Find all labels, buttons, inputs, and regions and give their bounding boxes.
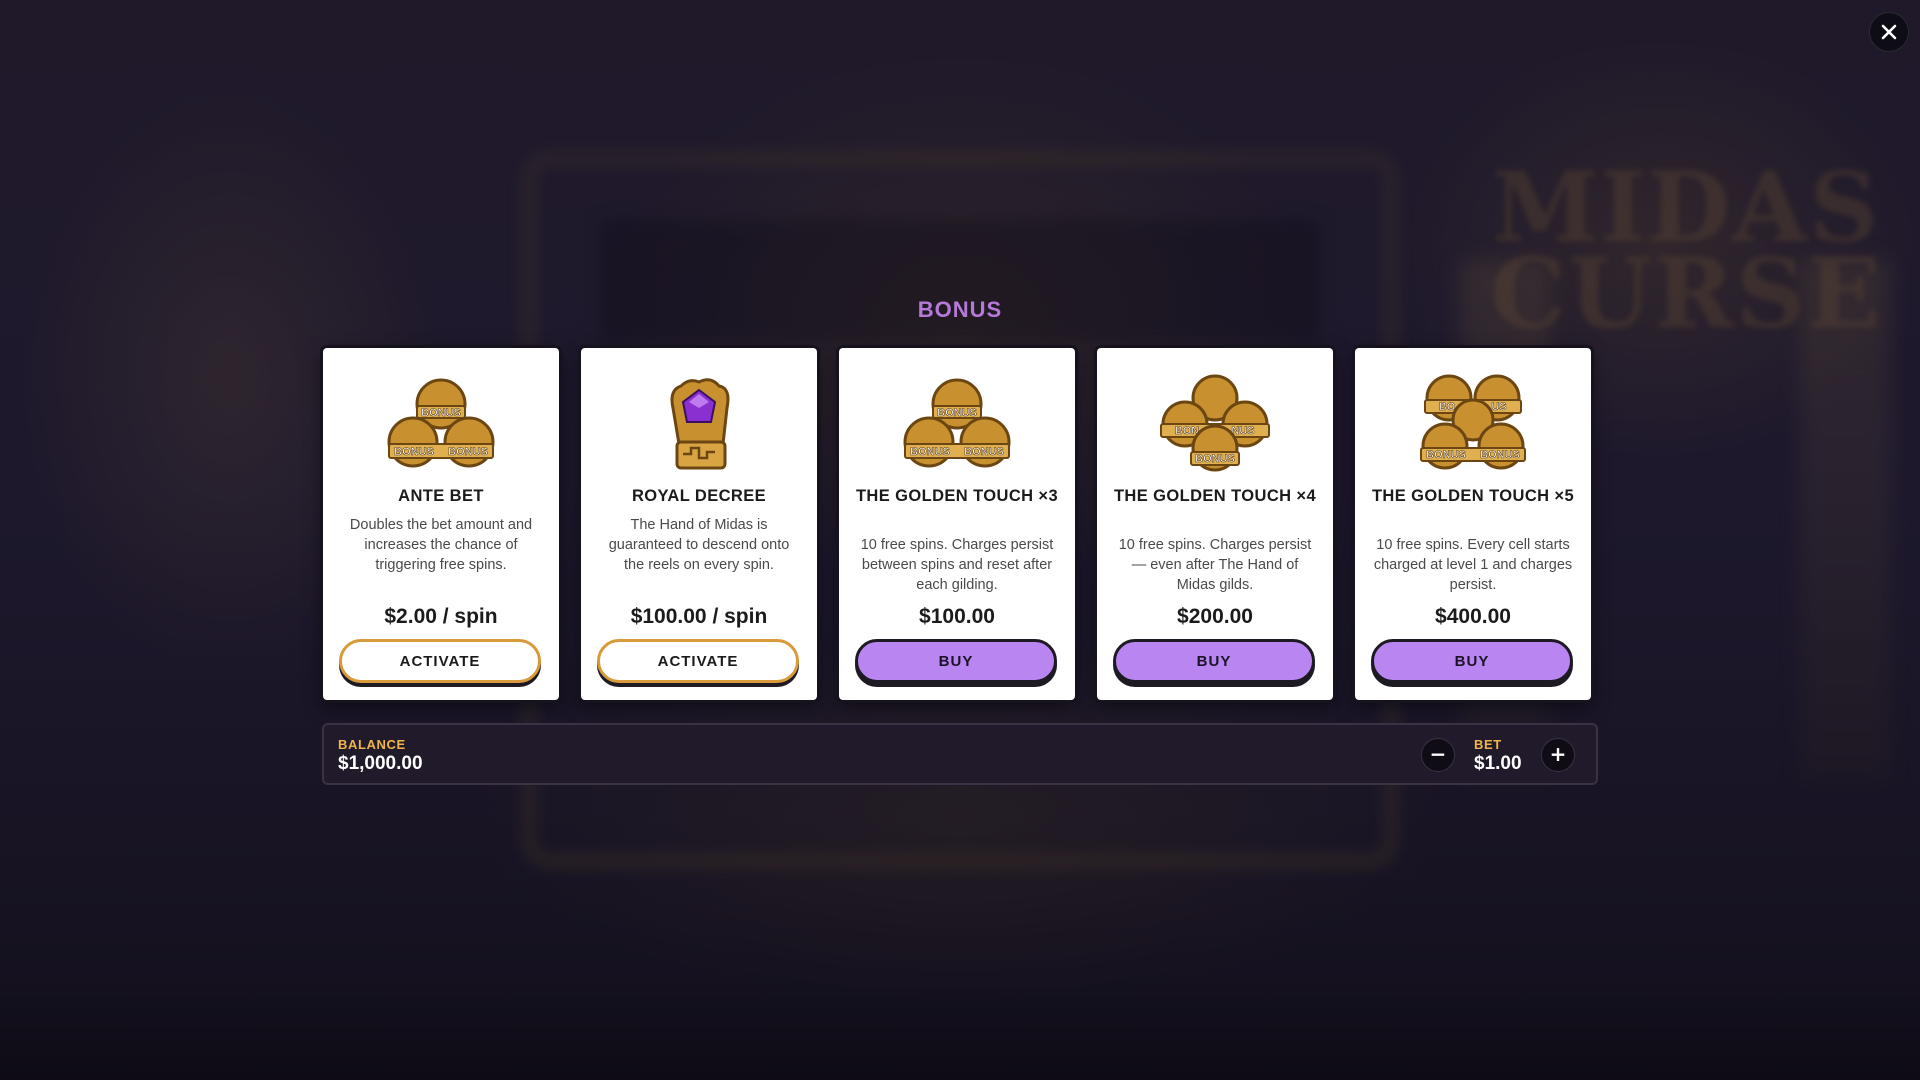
bonus-coins-3-icon: BONUS BONUS BONUS (387, 378, 495, 468)
card-title: ANTE BET (398, 487, 484, 505)
svg-text:BO: BO (1439, 401, 1456, 413)
close-button[interactable] (1869, 12, 1909, 52)
card-description: 10 free spins. Charges persist — even af… (1118, 537, 1312, 593)
card-description: 10 free spins. Every cell starts charged… (1373, 537, 1573, 593)
svg-text:BONUS: BONUS (1426, 449, 1466, 461)
card-description: The Hand of Midas is guaranteed to desce… (608, 517, 790, 573)
bonus-coins-4-icon: BON NUS BONUS (1160, 374, 1270, 472)
bet-decrease-button[interactable]: − (1421, 738, 1455, 772)
bonus-card-golden-touch-4: BON NUS BONUS THE GOLDEN TOUCH ×4 10 fre… (1097, 348, 1333, 700)
svg-text:BONUS: BONUS (421, 407, 461, 419)
card-price: $400.00 (1435, 605, 1511, 628)
bonus-cards: BONUS BONUS BONUS ANTE BET Doubles the b… (323, 348, 1591, 700)
card-price: $100.00 (919, 605, 995, 628)
svg-text:BONUS: BONUS (964, 446, 1004, 458)
card-price: $100.00 / spin (630, 605, 768, 628)
bonus-title: BONUS (917, 297, 1003, 322)
close-icon (1881, 24, 1897, 40)
game-bottom-bar (0, 980, 1920, 1080)
bonus-card-ante-bet: BONUS BONUS BONUS ANTE BET Doubles the b… (323, 348, 559, 700)
svg-text:NUS: NUS (1231, 425, 1254, 437)
card-title: THE GOLDEN TOUCH ×4 (1113, 487, 1317, 505)
card-description: Doubles the bet amount and increases the… (349, 517, 533, 573)
card-description: 10 free spins. Charges persist between s… (860, 537, 1054, 593)
bonus-card-royal-decree: ROYAL DECREE The Hand of Midas is guaran… (581, 348, 817, 700)
svg-text:BONUS: BONUS (448, 446, 488, 458)
balance-bet-bar: BALANCE $1,000.00 − BET $1.00 + (322, 723, 1598, 785)
card-title: ROYAL DECREE (631, 487, 767, 505)
svg-text:BONUS: BONUS (394, 446, 434, 458)
svg-text:BONUS: BONUS (1195, 453, 1235, 465)
activate-royal-decree-button[interactable]: ACTIVATE (597, 639, 799, 683)
card-price: $200.00 (1177, 605, 1253, 628)
buy-golden-touch-3-button[interactable]: BUY (855, 639, 1057, 683)
bet-value: $1.00 (1474, 753, 1522, 774)
golden-hand-gem-icon (670, 378, 730, 470)
svg-text:US: US (1491, 401, 1506, 413)
svg-text:BONUS: BONUS (910, 446, 950, 458)
balance-label: BALANCE (338, 737, 406, 752)
buy-golden-touch-5-button[interactable]: BUY (1371, 639, 1573, 683)
svg-text:BONUS: BONUS (1480, 449, 1520, 461)
bonus-card-golden-touch-3: BONUS BONUS BONUS THE GOLDEN TOUCH ×3 10… (839, 348, 1075, 700)
bet-label: BET (1474, 737, 1502, 752)
bet-increase-button[interactable]: + (1541, 738, 1575, 772)
card-title: THE GOLDEN TOUCH ×3 (855, 487, 1059, 505)
svg-text:BONUS: BONUS (937, 407, 977, 419)
bonus-coins-5-icon: BO US BONUS BONUS (1420, 374, 1526, 470)
balance-value: $1,000.00 (338, 753, 423, 774)
card-price: $2.00 / spin (384, 605, 498, 628)
bonus-coins-3-icon: BONUS BONUS BONUS (903, 378, 1011, 468)
card-title: THE GOLDEN TOUCH ×5 (1371, 487, 1575, 505)
activate-ante-bet-button[interactable]: ACTIVATE (339, 639, 541, 683)
buy-golden-touch-4-button[interactable]: BUY (1113, 639, 1315, 683)
bonus-card-golden-touch-5: BO US BONUS BONUS THE GOLDEN TOUCH ×5 10… (1355, 348, 1591, 700)
